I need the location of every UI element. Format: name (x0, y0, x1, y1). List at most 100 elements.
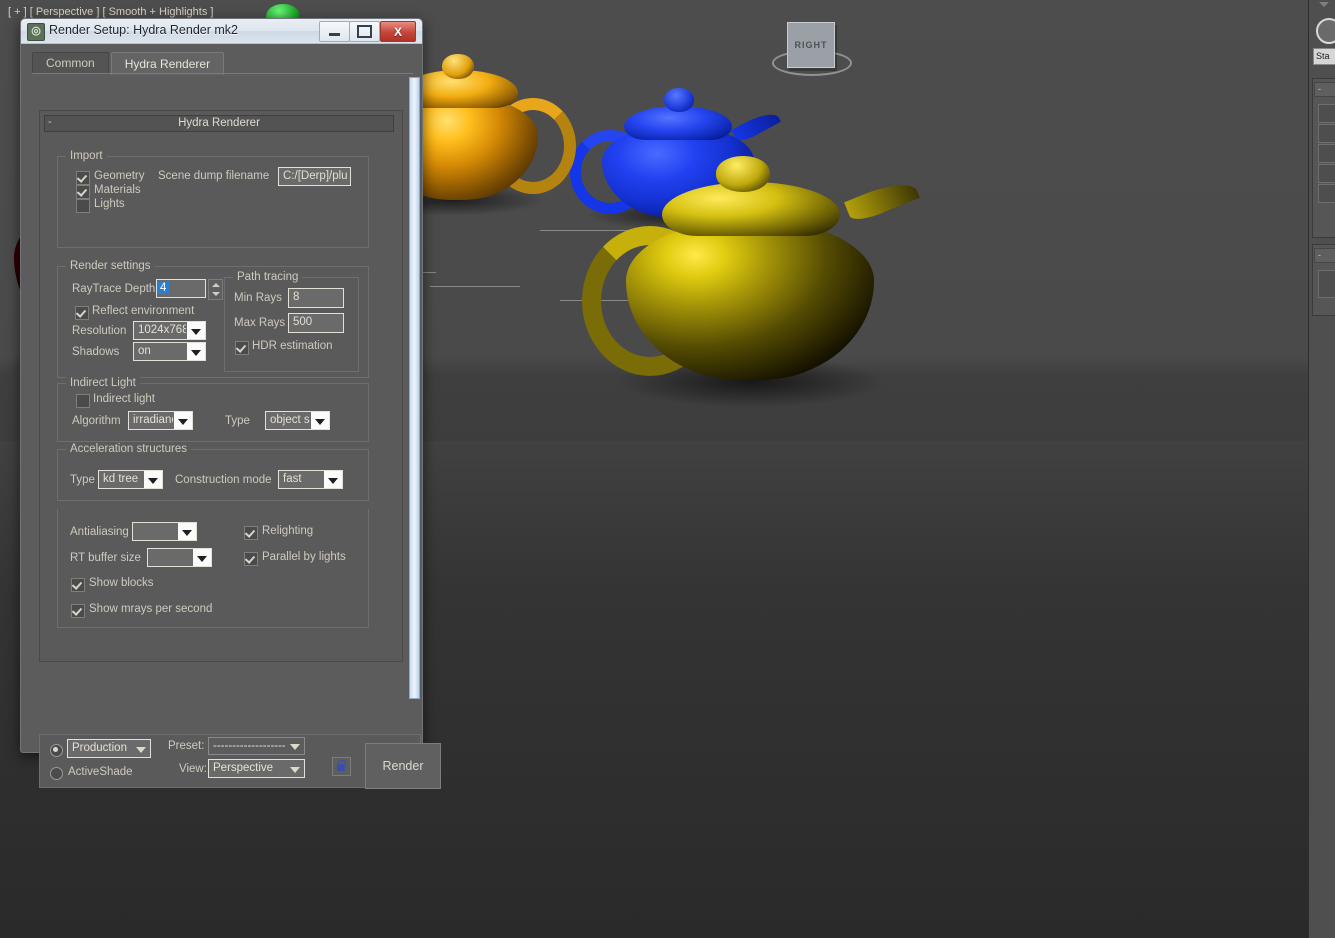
viewport-label[interactable]: [ + ] [ Perspective ] [ Smooth + Highlig… (8, 6, 213, 18)
lights-label: Lights (94, 198, 125, 210)
indirect-type-label: Type (225, 415, 250, 427)
dropdown-button[interactable] (286, 738, 304, 754)
dialog-body: Common Hydra Renderer Hydra Renderer - I… (22, 44, 421, 751)
indirect-light-checkbox[interactable] (76, 394, 90, 408)
render-settings-group-title: Render settings (66, 260, 155, 272)
shadows-value: on (138, 343, 186, 360)
dropdown-button[interactable] (286, 760, 304, 777)
raytrace-depth-field[interactable]: 4 (156, 279, 206, 298)
spinner-down-icon[interactable] (212, 292, 220, 296)
chevron-down-icon (315, 419, 325, 425)
rollout-button[interactable] (1318, 124, 1335, 143)
resolution-label: Resolution (72, 325, 126, 337)
maximize-button[interactable] (349, 21, 380, 42)
acceleration-structures-group: Acceleration structures Type kd tree Con… (57, 449, 369, 501)
dropdown-button[interactable] (324, 471, 342, 488)
tab-bar: Common Hydra Renderer (32, 52, 226, 74)
preset-value: ------------------- (213, 738, 285, 754)
chevron-down-icon (191, 350, 201, 356)
color-swatch-icon[interactable] (1316, 18, 1335, 44)
rollout-button[interactable] (1318, 104, 1335, 123)
algorithm-value: irradiance (133, 412, 173, 429)
indirect-type-dropdown[interactable]: object spa (265, 411, 330, 430)
indirect-light-group-title: Indirect Light (66, 377, 140, 389)
chevron-down-icon (290, 767, 300, 773)
dropdown-button[interactable] (174, 412, 192, 429)
dropdown-button[interactable] (144, 471, 162, 488)
hydra-renderer-rollout: Hydra Renderer - Import Geometry Materia… (39, 110, 403, 662)
raytrace-depth-spinner[interactable] (208, 279, 223, 300)
command-panel[interactable]: Sta - - (1308, 0, 1335, 938)
minimize-button[interactable] (319, 21, 350, 42)
max-rays-field[interactable]: 500 (288, 313, 344, 333)
rollout-header[interactable]: Hydra Renderer (44, 115, 394, 132)
view-dropdown[interactable]: Perspective (208, 759, 305, 778)
production-dropdown[interactable]: Production (67, 739, 151, 758)
path-tracing-group-title: Path tracing (233, 271, 302, 283)
rollout-collapse-icon[interactable]: - (48, 116, 52, 128)
view-value: Perspective (213, 760, 285, 777)
dialog-title: Render Setup: Hydra Render mk2 (49, 23, 238, 37)
hdr-estimation-checkbox[interactable] (235, 341, 249, 355)
chevron-down-icon (148, 478, 158, 484)
path-tracing-group: Path tracing Min Rays 8 Max Rays 500 HDR… (224, 277, 359, 372)
lock-body-icon (337, 764, 345, 771)
preset-dropdown[interactable]: ------------------- (208, 737, 305, 755)
render-action-bar: Production ActiveShade Preset: ---------… (39, 734, 421, 788)
dialog-scrollbar[interactable] (409, 77, 420, 699)
maximize-icon (357, 25, 372, 38)
shadows-dropdown[interactable]: on (133, 342, 206, 361)
render-setup-dialog[interactable]: ◎ Render Setup: Hydra Render mk2 X Commo… (20, 18, 423, 753)
viewcube-right[interactable]: RIGHT (768, 18, 854, 82)
rollout-button[interactable] (1318, 270, 1335, 298)
construction-mode-label: Construction mode (175, 474, 272, 486)
min-rays-field[interactable]: 8 (288, 288, 344, 308)
dropdown-button[interactable] (187, 343, 205, 360)
chevron-down-icon (136, 747, 146, 753)
rollout-button[interactable] (1318, 184, 1335, 203)
construction-mode-dropdown[interactable]: fast (278, 470, 343, 489)
production-radio[interactable] (50, 744, 63, 757)
tab-common[interactable]: Common (32, 52, 109, 74)
import-group-title: Import (66, 150, 107, 162)
app-icon: ◎ (27, 23, 45, 41)
indirect-light-group: Indirect Light Indirect light Algorithm … (57, 383, 369, 442)
activeshade-radio[interactable] (50, 767, 63, 780)
acceleration-type-dropdown[interactable]: kd tree (98, 470, 163, 489)
raytrace-depth-value: 4 (157, 282, 169, 294)
dropdown-button[interactable] (187, 322, 205, 339)
resolution-dropdown[interactable]: 1024x768 (133, 321, 206, 340)
algorithm-label: Algorithm (72, 415, 121, 427)
dropdown-button[interactable] (311, 412, 329, 429)
viewcube-face-label[interactable]: RIGHT (787, 22, 835, 68)
misc-options-frame (57, 509, 369, 628)
dropdown-button[interactable] (132, 740, 150, 757)
rollout-header[interactable]: - (1314, 248, 1335, 263)
algorithm-dropdown[interactable]: irradiance (128, 411, 193, 430)
spinner-up-icon[interactable] (212, 283, 220, 287)
geometry-checkbox[interactable] (76, 171, 90, 185)
max-rays-label: Max Rays (234, 317, 285, 329)
reflect-environment-checkbox[interactable] (75, 306, 89, 320)
object-name-field[interactable]: Sta (1313, 48, 1335, 65)
materials-label: Materials (94, 184, 141, 196)
hdr-estimation-label: HDR estimation (252, 340, 333, 352)
render-button[interactable]: Render (365, 743, 441, 789)
rollout-button[interactable] (1318, 164, 1335, 183)
rollout-button[interactable] (1318, 144, 1335, 163)
panel-grip-icon (1319, 2, 1329, 7)
dialog-titlebar[interactable]: ◎ Render Setup: Hydra Render mk2 X (21, 19, 422, 44)
activeshade-label: ActiveShade (68, 766, 133, 778)
yellow-teapot[interactable] (600, 158, 900, 414)
tab-underline (32, 73, 413, 74)
view-lock-button[interactable] (332, 757, 351, 776)
construction-mode-value: fast (283, 471, 323, 488)
tab-hydra-renderer[interactable]: Hydra Renderer (111, 52, 224, 75)
chevron-down-icon (178, 419, 188, 425)
scene-dump-filename-field[interactable]: C:/[Derp]/plu (278, 167, 351, 186)
chevron-down-icon (191, 329, 201, 335)
lights-checkbox[interactable] (76, 199, 90, 213)
close-button[interactable]: X (380, 21, 416, 42)
materials-checkbox[interactable] (76, 185, 90, 199)
rollout-header[interactable]: - (1314, 82, 1335, 97)
